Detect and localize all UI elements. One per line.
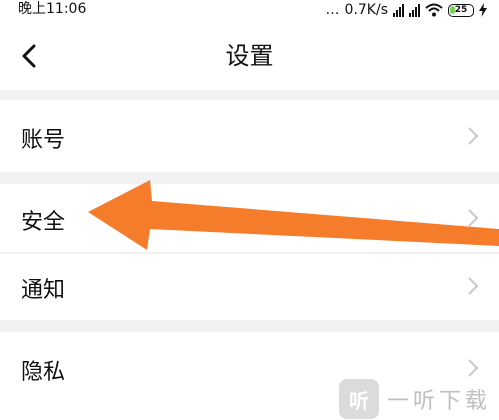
wifi-icon — [425, 3, 443, 17]
network-speed: 0.7K/s — [344, 2, 388, 18]
watermark: 听 一听下载 — [339, 378, 499, 420]
chevron-right-icon — [468, 209, 479, 227]
battery-icon: 25 — [448, 3, 474, 17]
status-indicators: … 0.7K/s 25 — [326, 1, 487, 19]
page-title: 设置 — [225, 42, 274, 70]
signal-icon — [409, 3, 420, 17]
chevron-right-icon — [468, 359, 479, 377]
status-time: 晚上11:06 — [18, 1, 87, 17]
settings-item-notifications[interactable]: 通知 — [0, 254, 499, 320]
more-dots-icon: … — [325, 2, 340, 18]
settings-item-account[interactable]: 账号 — [0, 100, 499, 172]
settings-item-label: 账号 — [21, 128, 66, 153]
settings-item-label: 隐私 — [21, 360, 66, 385]
nav-bar: 设置 — [0, 20, 499, 90]
watermark-logo: 听 — [339, 379, 379, 419]
chevron-right-icon — [468, 277, 479, 295]
settings-item-security[interactable]: 安全 — [0, 184, 499, 252]
section-divider — [0, 172, 499, 184]
settings-item-label: 通知 — [21, 278, 66, 303]
watermark-text: 一听下载 — [387, 389, 492, 414]
section-divider — [0, 90, 499, 100]
signal-icon — [393, 3, 404, 17]
status-bar: 晚上11:06 … 0.7K/s 25 — [0, 0, 499, 20]
chevron-right-icon — [468, 127, 479, 145]
battery-level: 25 — [454, 4, 468, 15]
charging-bolt-icon — [479, 3, 487, 17]
settings-item-label: 安全 — [21, 210, 66, 235]
section-divider — [0, 320, 499, 332]
